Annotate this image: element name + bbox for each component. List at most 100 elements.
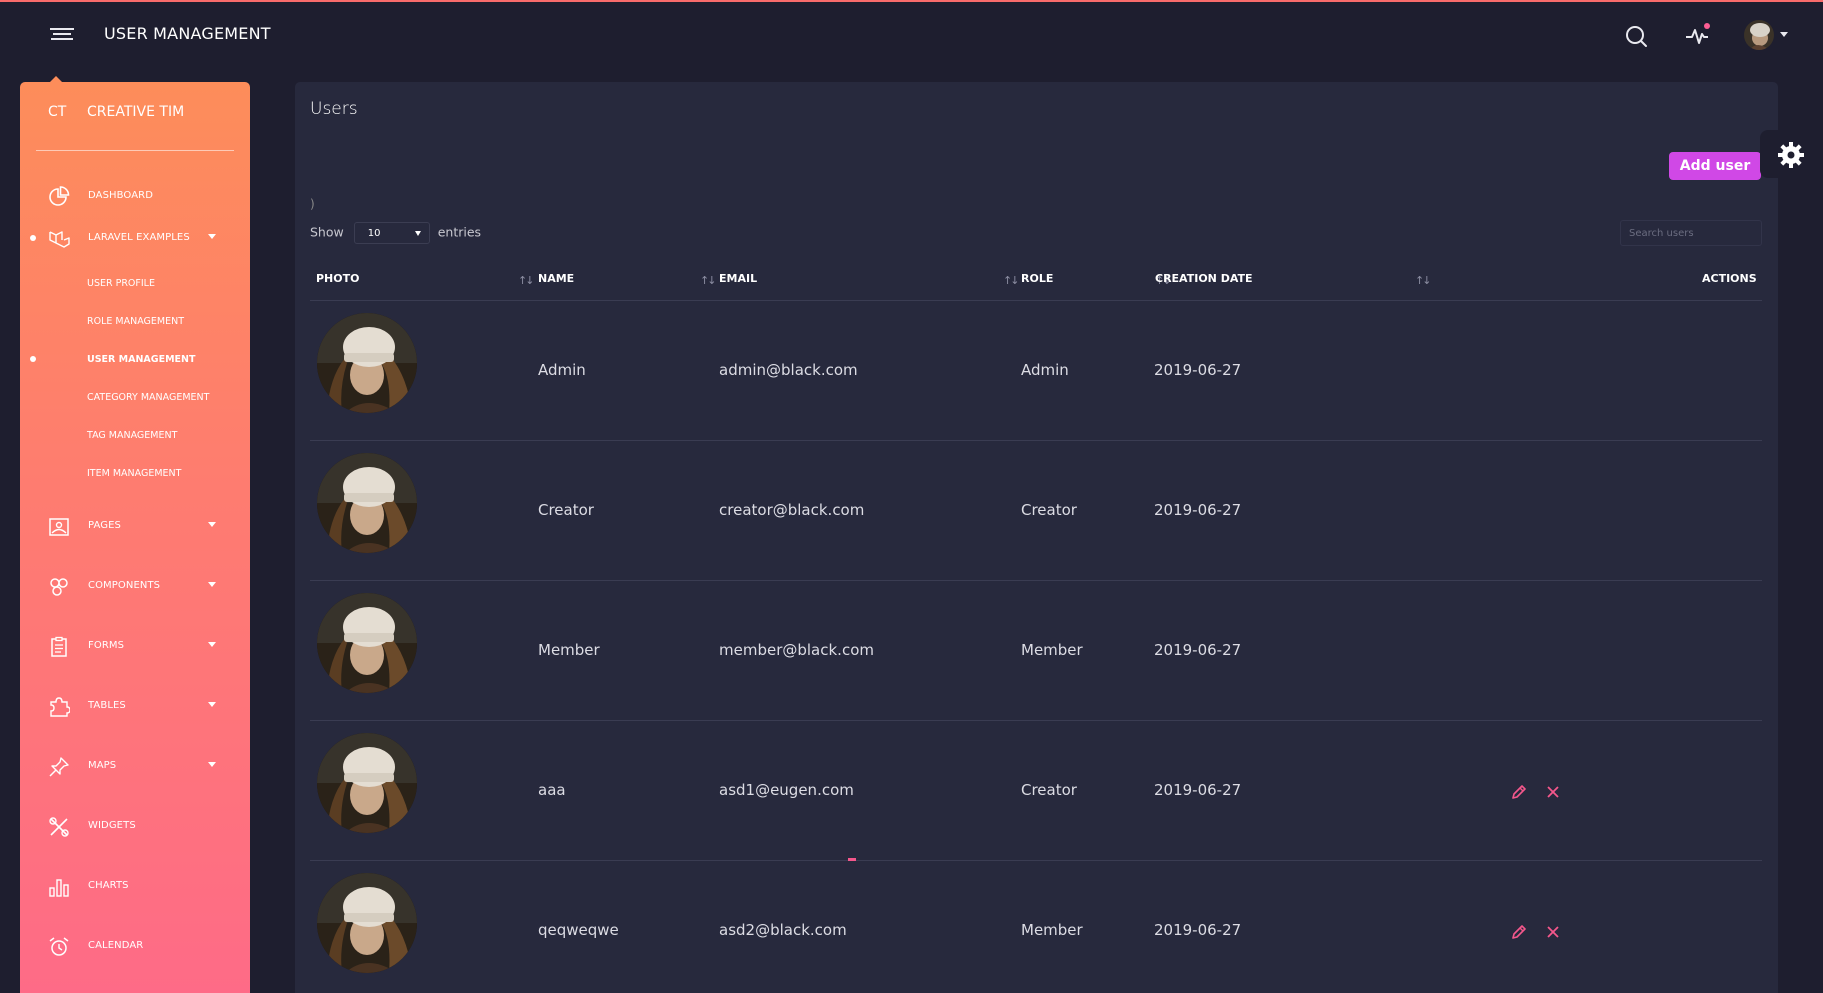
sidebar-subitem-role-management[interactable]: ROLE MANAGEMENT bbox=[87, 316, 184, 327]
sidebar-item-calendar[interactable]: CALENDAR bbox=[20, 932, 250, 962]
entries-length-control: Show 10 entries bbox=[310, 222, 481, 244]
search-icon[interactable] bbox=[1622, 22, 1650, 50]
sidebar-subitem-user-management[interactable]: USER MANAGEMENT bbox=[87, 354, 195, 365]
sidebar-item-label: FORMS bbox=[88, 640, 125, 651]
chevron-down-icon bbox=[208, 582, 216, 587]
pencil-icon[interactable] bbox=[1510, 923, 1528, 941]
chevron-down-icon bbox=[208, 702, 216, 707]
user-photo bbox=[317, 593, 417, 693]
sidebar-subitem-item-management[interactable]: ITEM MANAGEMENT bbox=[87, 468, 181, 479]
user-creation-date: 2019-06-27 bbox=[1154, 921, 1242, 939]
sidebar-item-maps[interactable]: MAPS bbox=[20, 752, 250, 782]
pie-chart-icon bbox=[49, 186, 70, 206]
user-email: asd1@eugen.com bbox=[719, 781, 854, 799]
user-role: Member bbox=[1021, 921, 1083, 939]
user-creation-date: 2019-06-27 bbox=[1154, 781, 1242, 799]
stray-text: ) bbox=[310, 197, 315, 211]
activity-icon[interactable] bbox=[1684, 22, 1712, 50]
entries-select[interactable]: 10 bbox=[353, 222, 430, 244]
logo-text[interactable]: CREATIVE TIM bbox=[87, 104, 184, 120]
components-icon bbox=[50, 578, 68, 596]
entries-select-value: 10 bbox=[367, 228, 381, 239]
user-name: Member bbox=[538, 641, 600, 659]
sidebar-item-widgets[interactable]: WIDGETS bbox=[20, 812, 250, 842]
sidebar-item-label: WIDGETS bbox=[88, 820, 136, 831]
user-email: admin@black.com bbox=[719, 361, 858, 379]
column-header-name[interactable]: NAME bbox=[538, 272, 574, 285]
column-header-email[interactable]: EMAIL bbox=[719, 272, 757, 285]
chevron-down-icon[interactable] bbox=[1780, 32, 1788, 37]
page-title[interactable]: USER MANAGEMENT bbox=[104, 24, 271, 43]
column-header-photo[interactable]: PHOTO bbox=[316, 272, 359, 285]
user-photo bbox=[317, 313, 417, 413]
gear-icon[interactable] bbox=[1776, 140, 1806, 170]
sort-icon[interactable]: ↑↓ bbox=[1415, 274, 1432, 287]
entries-label: entries bbox=[437, 224, 482, 240]
pencil-icon[interactable] bbox=[1510, 783, 1528, 801]
sort-icon[interactable]: ↑↓ bbox=[518, 274, 535, 287]
table-row: Admin admin@black.com Admin 2019-06-27 bbox=[310, 301, 1762, 441]
sidebar-item-label: TABLES bbox=[88, 700, 126, 711]
image-icon bbox=[49, 518, 69, 536]
sidebar-item-dashboard[interactable]: DASHBOARD bbox=[20, 182, 250, 212]
settings-plugin[interactable] bbox=[1760, 130, 1823, 178]
user-name: Admin bbox=[538, 361, 586, 379]
sidebar-item-label: CALENDAR bbox=[88, 940, 144, 951]
sidebar-item-laravel-examples[interactable]: LARAVEL EXAMPLES bbox=[20, 224, 250, 254]
user-email: creator@black.com bbox=[719, 501, 865, 519]
sidebar-item-charts[interactable]: CHARTS bbox=[20, 872, 250, 902]
puzzle-icon bbox=[50, 697, 70, 717]
table-row: Creator creator@black.com Creator 2019-06-2… bbox=[310, 441, 1762, 581]
close-icon[interactable] bbox=[1544, 923, 1562, 941]
table-row: qeqweqwe asd2@black.com Member 2019-06-27 bbox=[310, 861, 1762, 993]
table-row: Member member@black.com Member 2019-06-27 bbox=[310, 581, 1762, 721]
sidebar-item-label: COMPONENTS bbox=[88, 580, 161, 591]
user-role: Member bbox=[1021, 641, 1083, 659]
card-title: Users bbox=[310, 99, 358, 119]
sidebar-subitem-user-profile[interactable]: USER PROFILE bbox=[87, 278, 155, 289]
chevron-down-icon bbox=[208, 762, 216, 767]
user-creation-date: 2019-06-27 bbox=[1154, 361, 1242, 379]
sidebar-item-tables[interactable]: TABLES bbox=[20, 692, 250, 722]
user-name: aaa bbox=[538, 781, 566, 799]
sidebar-item-label: DASHBOARD bbox=[88, 190, 154, 201]
sort-icon[interactable]: ↑↓ bbox=[1003, 274, 1020, 287]
column-header-role[interactable]: ROLE bbox=[1021, 272, 1053, 285]
user-name: Creator bbox=[538, 501, 594, 519]
user-email: asd2@black.com bbox=[719, 921, 847, 939]
sidebar-item-forms[interactable]: FORMS bbox=[20, 632, 250, 662]
laravel-icon bbox=[49, 231, 70, 248]
bar-chart-icon bbox=[49, 879, 69, 897]
chevron-down-icon bbox=[208, 522, 216, 527]
add-user-button[interactable]: Add user bbox=[1669, 152, 1761, 180]
menu-icon[interactable] bbox=[50, 28, 74, 46]
sidebar-subitem-tag-management[interactable]: TAG MANAGEMENT bbox=[87, 430, 177, 441]
user-photo bbox=[317, 453, 417, 553]
navbar: USER MANAGEMENT bbox=[0, 2, 1823, 68]
sidebar-item-components[interactable]: COMPONENTS bbox=[20, 572, 250, 602]
avatar[interactable] bbox=[1744, 20, 1774, 50]
active-dot bbox=[30, 356, 36, 362]
user-role: Creator bbox=[1021, 501, 1077, 519]
user-photo bbox=[317, 733, 417, 833]
sidebar-item-pages[interactable]: PAGES bbox=[20, 512, 250, 542]
chevron-down-icon bbox=[208, 234, 216, 239]
chevron-down-icon bbox=[208, 642, 216, 647]
sort-icon[interactable]: ↑↓ bbox=[700, 274, 717, 287]
user-role: Creator bbox=[1021, 781, 1077, 799]
alarm-clock-icon bbox=[49, 937, 69, 956]
search-input[interactable] bbox=[1620, 220, 1762, 246]
sidebar: CT CREATIVE TIM DASHBOARD LARAVEL EXAMPL… bbox=[20, 76, 250, 993]
close-icon[interactable] bbox=[1544, 783, 1562, 801]
pin-icon bbox=[49, 757, 69, 777]
table-row: aaa asd1@eugen.com Creator 2019-06-27 bbox=[310, 721, 1762, 861]
user-role: Admin bbox=[1021, 361, 1069, 379]
sidebar-item-label: CHARTS bbox=[88, 880, 129, 891]
clipboard-icon bbox=[51, 636, 67, 657]
user-name: qeqweqwe bbox=[538, 921, 619, 939]
column-header-creation-date[interactable]: CREATION DATE bbox=[1155, 272, 1253, 285]
sidebar-subitem-category-management[interactable]: CATEGORY MANAGEMENT bbox=[87, 392, 209, 403]
sidebar-item-label: MAPS bbox=[88, 760, 117, 771]
logo-mini[interactable]: CT bbox=[48, 104, 66, 120]
loading-indicator bbox=[848, 858, 856, 861]
